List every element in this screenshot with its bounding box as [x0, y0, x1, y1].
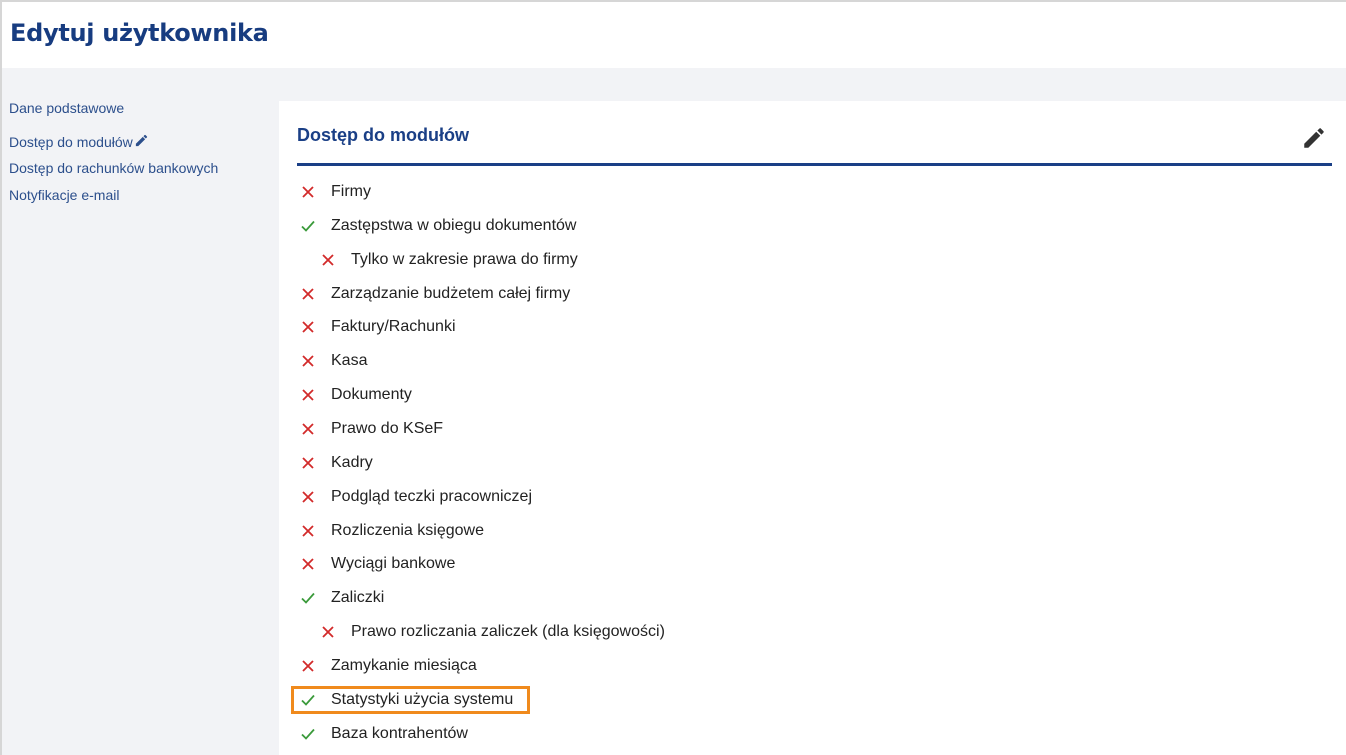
module-row: Prawo do KSeF — [300, 417, 443, 441]
module-label: Dokumenty — [331, 386, 412, 403]
module-label: Podgląd teczki pracowniczej — [331, 488, 532, 505]
module-list: Firmy Zastępstwa w obiegu dokumentów Tylko… — [279, 101, 1346, 755]
cross-icon — [300, 286, 316, 302]
module-row: Firmy — [300, 180, 371, 204]
module-row: Zaliczki — [300, 586, 384, 610]
modules-panel: Dostęp do modułów Firmy Zastępstwa w obie… — [279, 101, 1346, 755]
module-label: Prawo do KSeF — [331, 420, 444, 437]
module-row: Zarządzanie budżetem całej firmy — [300, 282, 570, 306]
sidebar-item-notyfikacje[interactable]: Notyfikacje e-mail — [9, 187, 119, 203]
cross-icon — [300, 658, 316, 674]
module-row: Dokumenty — [300, 383, 412, 407]
cross-icon — [300, 455, 316, 471]
sidebar-item-label: Notyfikacje e-mail — [9, 187, 120, 203]
sidebar-item-label: Dostęp do modułów — [9, 134, 133, 150]
module-label: Baza kontrahentów — [331, 725, 468, 742]
module-label: Kadry — [331, 454, 373, 471]
module-label: Kasa — [331, 352, 368, 369]
sidebar-item-dostep-do-rachunkow[interactable]: Dostęp do rachunków bankowych — [9, 160, 218, 176]
module-row: Zastępstwa w obiegu dokumentów — [300, 214, 576, 238]
cross-icon — [300, 353, 316, 369]
check-icon — [300, 726, 316, 742]
module-label: Zaliczki — [331, 589, 385, 606]
module-label: Faktury/Rachunki — [331, 318, 456, 335]
module-row: Rozliczenia księgowe — [300, 519, 484, 543]
module-row: Baza kontrahentów — [300, 722, 468, 746]
module-row: Kadry — [300, 451, 373, 475]
cross-icon — [300, 184, 316, 200]
module-label: Rozliczenia księgowe — [331, 522, 484, 539]
cross-icon — [300, 523, 316, 539]
sidebar-item-label: Dostęp do rachunków bankowych — [9, 160, 219, 176]
module-row: Wyciągi bankowe — [300, 552, 455, 576]
page-header: Edytuj użytkownika — [0, 0, 1346, 68]
cross-icon — [320, 252, 336, 268]
sidebar: Dane podstawowe Dostęp do modułów Dostęp… — [0, 68, 279, 755]
cross-icon — [320, 624, 336, 640]
cross-icon — [300, 421, 316, 437]
cross-icon — [300, 319, 316, 335]
sidebar-item-label: Dane podstawowe — [9, 100, 125, 116]
cross-icon — [300, 387, 316, 403]
module-row: Prawo rozliczania zaliczek (dla księgowo… — [320, 620, 665, 644]
pencil-icon — [134, 133, 149, 151]
sidebar-item-dane-podstawowe[interactable]: Dane podstawowe — [9, 100, 124, 116]
page-title: Edytuj użytkownika — [10, 19, 269, 47]
module-row: Statystyki użycia systemu — [300, 688, 513, 712]
sidebar-item-dostep-do-modulow[interactable]: Dostęp do modułów — [9, 133, 149, 151]
module-label: Statystyki użycia systemu — [331, 691, 514, 708]
check-icon — [300, 218, 316, 234]
cross-icon — [300, 556, 316, 572]
module-label: Prawo rozliczania zaliczek (dla księgowo… — [351, 623, 665, 640]
check-icon — [300, 692, 316, 708]
module-label: Tylko w zakresie prawa do firmy — [351, 251, 578, 268]
module-label: Zastępstwa w obiegu dokumentów — [331, 217, 577, 234]
module-label: Wyciągi bankowe — [331, 555, 456, 572]
check-icon — [300, 590, 316, 606]
module-row: Zamykanie miesiąca — [300, 654, 477, 678]
module-row: Kasa — [300, 349, 367, 373]
module-label: Firmy — [331, 183, 371, 200]
module-row: Tylko w zakresie prawa do firmy — [320, 248, 578, 272]
module-row: Podgląd teczki pracowniczej — [300, 485, 532, 509]
module-row: Faktury/Rachunki — [300, 315, 456, 339]
module-label: Zarządzanie budżetem całej firmy — [331, 285, 571, 302]
cross-icon — [300, 489, 316, 505]
module-label: Zamykanie miesiąca — [331, 657, 477, 674]
